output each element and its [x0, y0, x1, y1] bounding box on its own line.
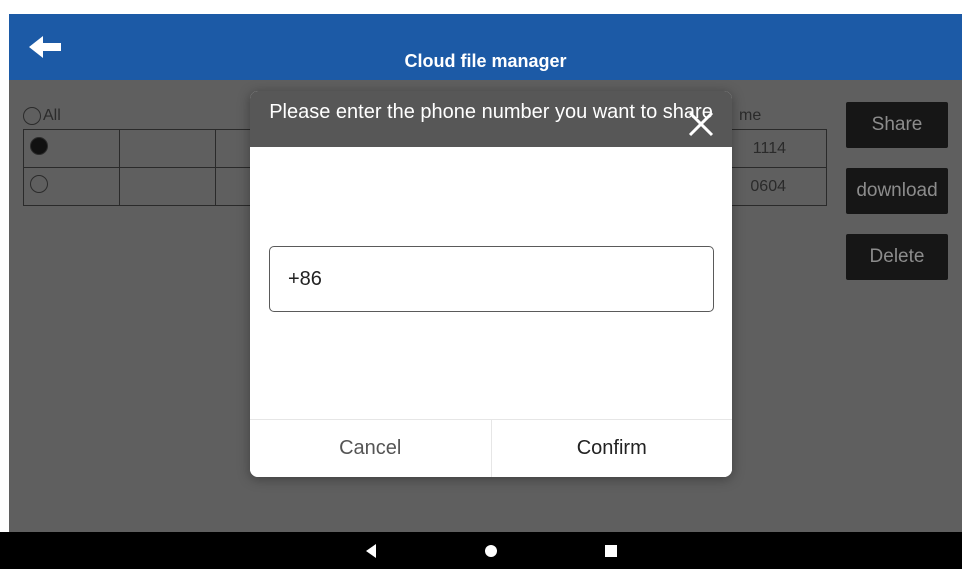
delete-button[interactable]: Delete [846, 234, 948, 280]
file-name-cell [118, 167, 217, 206]
row-select-cell[interactable] [23, 129, 120, 168]
share-phone-dialog: Please enter the phone number you want t… [250, 91, 732, 477]
row-select-cell[interactable] [23, 167, 120, 206]
phone-number-input[interactable] [269, 246, 714, 312]
row-radio-selected[interactable] [30, 137, 48, 155]
file-name-cell [118, 129, 217, 168]
dialog-title: Please enter the phone number you want t… [269, 101, 713, 123]
status-strip [0, 0, 962, 14]
nav-recents-icon[interactable] [605, 545, 617, 557]
page-title-container: Cloud file manager [9, 14, 962, 80]
column-header-time: me [739, 107, 762, 124]
share-button[interactable]: Share [846, 102, 948, 148]
dialog-footer: Cancel Confirm [250, 419, 732, 477]
cancel-button[interactable]: Cancel [250, 420, 492, 477]
nav-home-icon[interactable] [485, 545, 497, 557]
select-all[interactable]: All [23, 107, 61, 125]
close-button[interactable] [686, 109, 716, 139]
title-bar: Cloud file manager [9, 14, 962, 80]
dialog-header: Please enter the phone number you want t… [250, 91, 732, 147]
page-title: Cloud file manager [404, 51, 567, 71]
download-button[interactable]: download [846, 168, 948, 214]
close-icon [688, 111, 714, 137]
system-nav-bar [0, 532, 962, 569]
select-all-radio[interactable] [23, 107, 41, 125]
nav-back-icon[interactable] [366, 544, 376, 558]
select-all-label: All [43, 107, 61, 124]
confirm-button[interactable]: Confirm [491, 420, 732, 477]
row-radio[interactable] [30, 175, 48, 193]
screen: Cloud file manager All me 1114 0604 Shar… [0, 0, 962, 569]
